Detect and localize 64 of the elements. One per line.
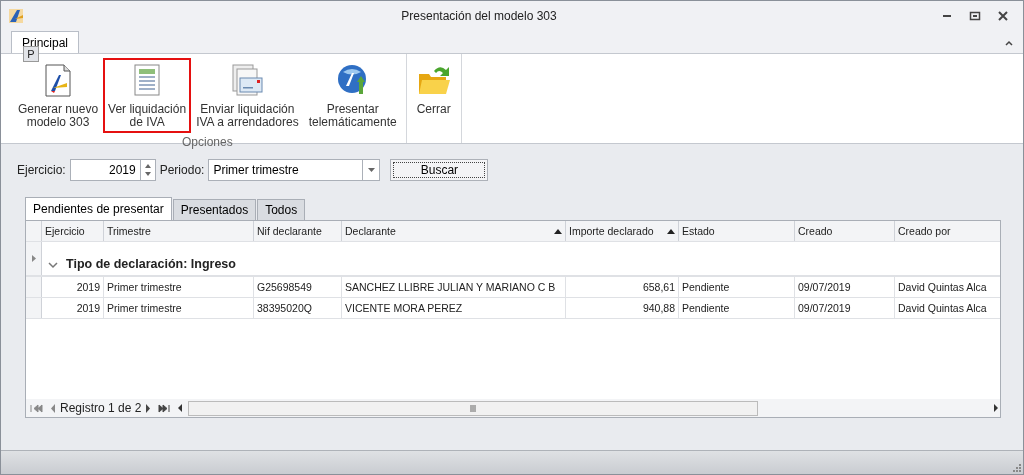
scrollbar-thumb[interactable] bbox=[188, 400, 759, 416]
first-record-icon bbox=[30, 403, 43, 413]
table-cell-text: David Quintas Alca bbox=[897, 301, 988, 316]
table-cell: Pendiente bbox=[679, 298, 795, 318]
resize-grip-icon[interactable] bbox=[1011, 462, 1023, 474]
table-cell: 09/07/2019 bbox=[795, 277, 895, 297]
ribbon-button[interactable]: Presentar telemáticamente bbox=[303, 58, 402, 133]
keytip-badge: P bbox=[23, 46, 39, 62]
column-header[interactable]: Estado bbox=[679, 221, 795, 241]
next-icon bbox=[146, 403, 152, 413]
previous-icon bbox=[50, 403, 55, 413]
row-pointer-icon bbox=[30, 254, 37, 263]
table-cell: 658,61 bbox=[566, 277, 679, 297]
table-cell: SANCHEZ LLIBRE JULIAN Y MARIANO C B bbox=[342, 277, 566, 297]
table-cell: 2019 bbox=[42, 277, 104, 297]
table-cell: Pendiente bbox=[679, 277, 795, 297]
column-header[interactable]: Declarante bbox=[342, 221, 566, 241]
group-row-label: Tipo de declaración: Ingreso bbox=[66, 256, 236, 274]
logo-icon bbox=[7, 7, 25, 25]
tab[interactable]: Pendientes de presentar bbox=[25, 197, 172, 220]
first-record-button[interactable] bbox=[28, 403, 45, 413]
search-button[interactable]: Buscar bbox=[390, 159, 489, 181]
column-header[interactable]: Importe declarado bbox=[566, 221, 679, 241]
scroll-left-icon[interactable] bbox=[176, 403, 185, 413]
tab[interactable]: Todos bbox=[257, 199, 306, 220]
close-icon bbox=[997, 10, 1009, 22]
horizontal-scrollbar[interactable] bbox=[176, 400, 1000, 416]
column-header[interactable]: Trimestre bbox=[104, 221, 254, 241]
table-cell: Primer trimestre bbox=[104, 298, 254, 318]
chevron-up-icon bbox=[1004, 38, 1014, 48]
table-cell: 09/07/2019 bbox=[795, 298, 895, 318]
table-cell: 2019 bbox=[42, 298, 104, 318]
dropdown-arrow-icon bbox=[366, 167, 376, 173]
minimize-icon bbox=[943, 15, 951, 17]
window-title: Presentación del modelo 303 bbox=[400, 8, 558, 25]
year-field[interactable]: 2019 bbox=[69, 159, 140, 181]
tab[interactable]: Presentados bbox=[172, 199, 257, 220]
table-cell: G25698549 bbox=[254, 277, 342, 297]
ribbon-button[interactable]: Enviar liquidación IVA a arrendadores bbox=[191, 58, 304, 133]
record-counter: Registro 1 de 2 bbox=[60, 400, 142, 417]
restore-icon bbox=[969, 10, 981, 22]
table-cell-text: David Quintas Alca bbox=[897, 280, 988, 295]
collapse-chevron-icon[interactable] bbox=[48, 261, 58, 271]
envelope-icon bbox=[229, 62, 266, 98]
dropdown-button[interactable] bbox=[362, 159, 381, 181]
spin-arrows-icon bbox=[143, 163, 152, 177]
group-label: Opciones bbox=[181, 134, 234, 151]
table-cell: VICENTE MORA PEREZ bbox=[342, 298, 566, 318]
column-header[interactable]: Creado por bbox=[895, 221, 1000, 241]
previous-record-button[interactable] bbox=[48, 403, 57, 413]
period-field[interactable]: Primer trimestre bbox=[208, 159, 363, 181]
last-record-icon bbox=[158, 403, 172, 413]
grip-icon bbox=[470, 404, 477, 412]
field-label: Ejercicio: bbox=[17, 162, 66, 179]
table-cell: Primer trimestre bbox=[104, 277, 254, 297]
ribbon-button[interactable]: Ver liquidación de IVA bbox=[103, 58, 192, 133]
ribbon-button[interactable]: Cerrar bbox=[410, 58, 457, 125]
column-header[interactable]: Creado bbox=[795, 221, 895, 241]
column-header[interactable]: Nif declarante bbox=[254, 221, 342, 241]
table-cell: 940,88 bbox=[566, 298, 679, 318]
column-header[interactable]: Ejercicio bbox=[42, 221, 104, 241]
field-label: Periodo: bbox=[159, 162, 205, 179]
scroll-right-icon[interactable] bbox=[992, 403, 1000, 413]
table-cell: 38395020Q bbox=[254, 298, 342, 318]
